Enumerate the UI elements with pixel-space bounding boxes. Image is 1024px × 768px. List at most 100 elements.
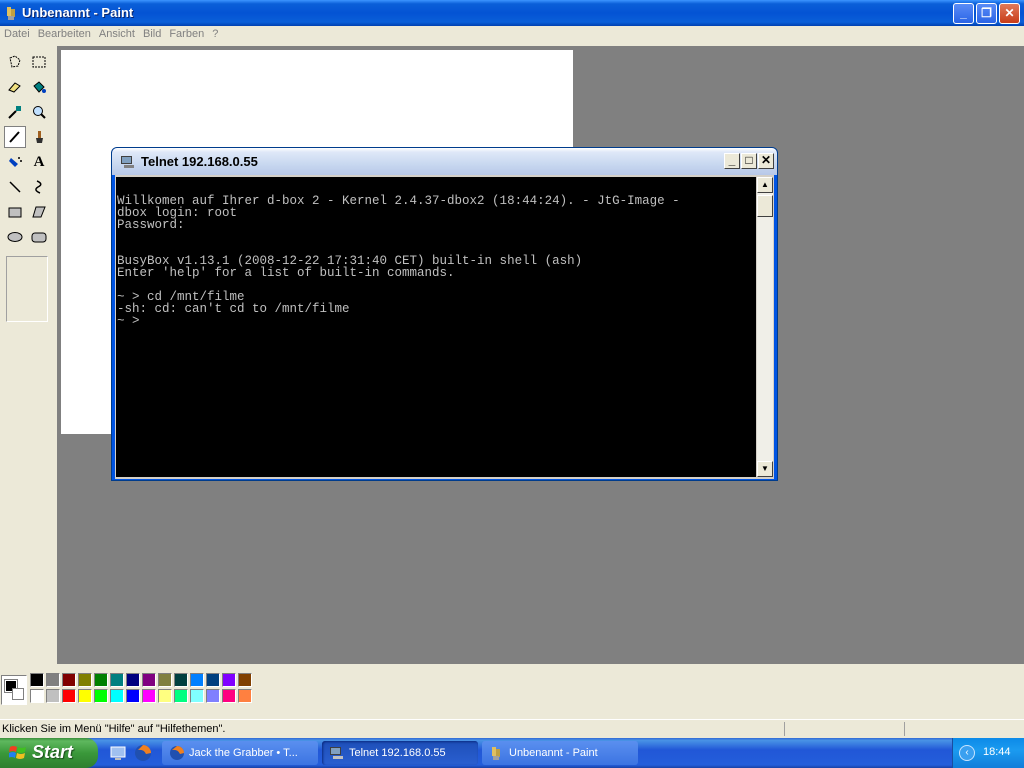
task-telnet[interactable]: Telnet 192.168.0.55 [322, 741, 478, 765]
console-line: Password: [117, 218, 185, 232]
color-swatch[interactable] [222, 673, 236, 687]
eraser-tool[interactable] [4, 76, 26, 98]
color-swatch[interactable] [142, 673, 156, 687]
color-swatch[interactable] [46, 689, 60, 703]
color-swatch[interactable] [94, 673, 108, 687]
ellipse-tool[interactable] [4, 226, 26, 248]
paint-bucket-icon [33, 81, 46, 93]
background-color [12, 688, 24, 700]
telnet-window: Telnet 192.168.0.55 _ □ ✕ Willkomen auf … [111, 147, 778, 481]
console-output[interactable]: Willkomen auf Ihrer d-box 2 - Kernel 2.4… [116, 177, 756, 477]
color-swatch[interactable] [78, 689, 92, 703]
pencil-icon [9, 131, 20, 143]
color-swatch[interactable] [30, 673, 44, 687]
color-swatch[interactable] [30, 689, 44, 703]
color-swatch[interactable] [78, 673, 92, 687]
color-swatch[interactable] [174, 673, 188, 687]
curve-icon [35, 180, 42, 194]
menu-help[interactable]: ? [208, 26, 222, 42]
color-swatch[interactable] [158, 673, 172, 687]
clock[interactable]: 18:44 [983, 746, 1011, 758]
scroll-thumb[interactable] [757, 195, 773, 217]
color-swatch[interactable] [62, 673, 76, 687]
color-swatch[interactable] [158, 689, 172, 703]
telnet-body: Willkomen auf Ihrer d-box 2 - Kernel 2.4… [115, 175, 774, 479]
color-swatch[interactable] [190, 673, 204, 687]
taskbar: Start Jack the Grabber • T... Telnet 192… [0, 738, 1024, 768]
tool-options-box[interactable] [6, 256, 48, 322]
brush-tool[interactable] [28, 126, 50, 148]
toolbox: A [0, 48, 56, 664]
rectangle-tool[interactable] [4, 201, 26, 223]
color-swatch[interactable] [126, 689, 140, 703]
scroll-up-arrow-icon[interactable]: ▲ [757, 177, 773, 193]
minimize-button[interactable]: _ [953, 3, 974, 24]
menu-file[interactable]: Datei [0, 26, 34, 42]
scroll-down-arrow-icon[interactable]: ▼ [757, 461, 773, 477]
color-swatch[interactable] [238, 673, 252, 687]
curve-tool[interactable] [28, 176, 50, 198]
tray-expand-icon[interactable]: ‹ [959, 745, 975, 761]
line-tool[interactable] [4, 176, 26, 198]
color-swatch[interactable] [206, 673, 220, 687]
color-picker-tool[interactable] [4, 101, 26, 123]
color-swatch[interactable] [222, 689, 236, 703]
polygon-tool[interactable] [28, 201, 50, 223]
color-swatch[interactable] [206, 689, 220, 703]
start-button[interactable]: Start [0, 738, 98, 768]
menu-image[interactable]: Bild [139, 26, 165, 42]
color-swatch[interactable] [142, 689, 156, 703]
status-bar: Klicken Sie im Menü "Hilfe" auf "Hilfeth… [0, 719, 1024, 737]
color-swatch[interactable] [238, 689, 252, 703]
fill-tool[interactable] [28, 76, 50, 98]
color-swatch[interactable] [190, 689, 204, 703]
paint-titlebar[interactable]: Unbenannt - Paint _ ❐ ✕ [0, 0, 1024, 26]
console-scrollbar[interactable]: ▲ ▼ [757, 177, 773, 477]
text-tool[interactable]: A [28, 151, 50, 173]
start-label: Start [32, 742, 74, 762]
firefox-quicklaunch-icon[interactable] [134, 744, 152, 762]
rounded-rect-tool[interactable] [28, 226, 50, 248]
color-swatch[interactable] [110, 673, 124, 687]
magnifier-icon [33, 106, 46, 119]
menu-bar: Datei Bearbeiten Ansicht Bild Farben? [0, 26, 1024, 44]
color-swatch[interactable] [94, 689, 108, 703]
magnifier-tool[interactable] [28, 101, 50, 123]
color-swatch[interactable] [110, 689, 124, 703]
menu-colors[interactable]: Farben [165, 26, 208, 42]
desktop-quicklaunch-icon[interactable] [109, 744, 127, 762]
menu-view[interactable]: Ansicht [95, 26, 139, 42]
telnet-minimize-button[interactable]: _ [724, 153, 740, 169]
color-swatch[interactable] [62, 689, 76, 703]
rect-select-tool[interactable] [28, 51, 50, 73]
status-separator [784, 722, 785, 736]
restore-button[interactable]: ❐ [976, 3, 997, 24]
telnet-icon [121, 156, 134, 168]
color-swatch[interactable] [126, 673, 140, 687]
task-firefox[interactable]: Jack the Grabber • T... [162, 741, 318, 765]
telnet-titlebar[interactable]: Telnet 192.168.0.55 _ □ ✕ [112, 148, 777, 175]
color-swatch[interactable] [174, 689, 188, 703]
task-label: Telnet 192.168.0.55 [349, 747, 446, 759]
free-select-tool[interactable] [4, 51, 26, 73]
ellipse-icon [7, 232, 23, 242]
free-select-icon [9, 55, 21, 68]
airbrush-tool[interactable] [4, 151, 26, 173]
telnet-maximize-button[interactable]: □ [741, 153, 757, 169]
telnet-close-button[interactable]: ✕ [758, 153, 774, 169]
eyedropper-icon [8, 106, 21, 119]
current-colors[interactable] [1, 675, 27, 705]
windows-logo-icon [9, 746, 26, 759]
pencil-tool[interactable] [4, 126, 26, 148]
polygon-icon [32, 206, 46, 218]
color-swatch[interactable] [46, 673, 60, 687]
close-button[interactable]: ✕ [999, 3, 1020, 24]
menu-edit[interactable]: Bearbeiten [34, 26, 95, 42]
eraser-icon [8, 82, 21, 93]
telnet-title: Telnet 192.168.0.55 [141, 154, 258, 169]
task-paint[interactable]: Unbenannt - Paint [482, 741, 638, 765]
console-line: ~ > [117, 314, 148, 328]
telnet-icon [330, 747, 343, 759]
task-label: Jack the Grabber • T... [189, 747, 298, 759]
